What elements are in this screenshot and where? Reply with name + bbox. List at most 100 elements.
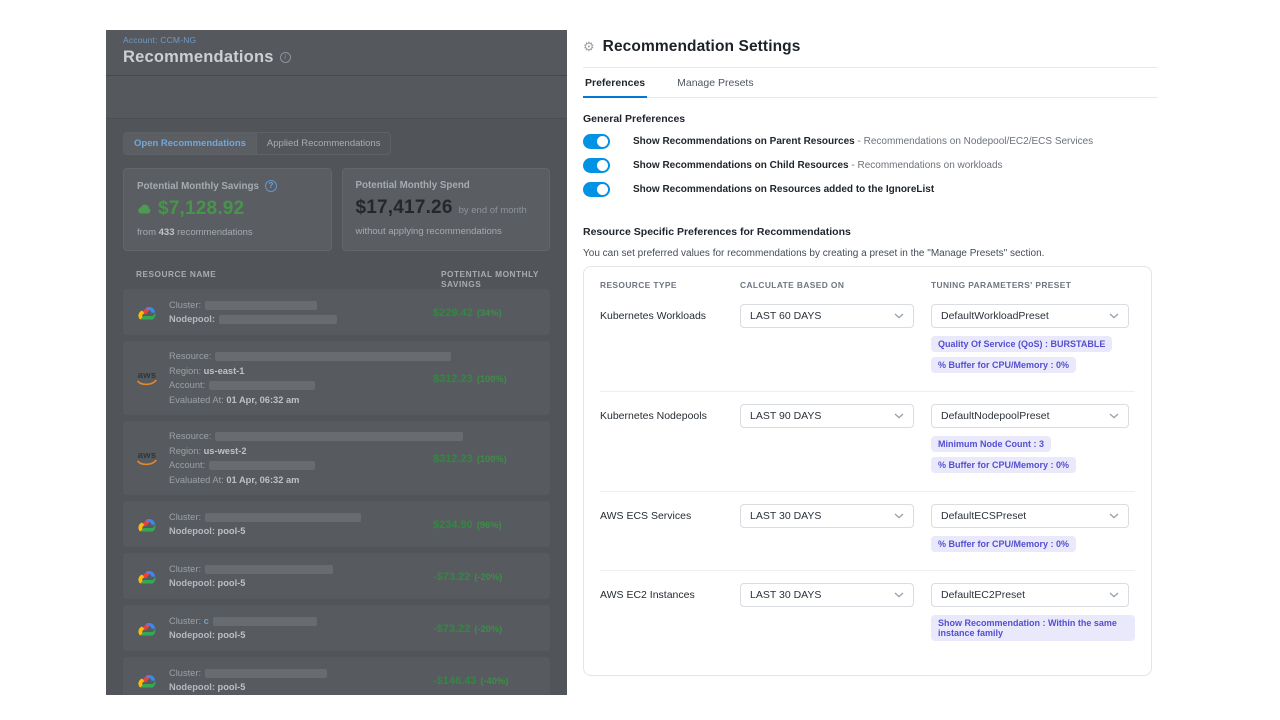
resource-type-label: Kubernetes Workloads bbox=[600, 304, 740, 328]
info-icon[interactable]: i bbox=[280, 52, 291, 63]
chevron-down-icon bbox=[894, 513, 904, 519]
monthly-savings-value: $229.42(34%) bbox=[433, 303, 502, 321]
tuning-preset-select[interactable]: DefaultWorkloadPreset bbox=[931, 304, 1129, 328]
monthly-savings-value: -$146.43(-40%) bbox=[433, 671, 508, 689]
recommendation-row[interactable]: awsResource:Region: us-west-2Account:Eva… bbox=[123, 421, 550, 495]
column-resource-type: RESOURCE TYPE bbox=[600, 280, 740, 290]
monthly-savings-value: -$73.22(-20%) bbox=[433, 567, 502, 585]
column-resource-name: RESOURCE NAME bbox=[136, 269, 216, 279]
gcp-icon bbox=[136, 304, 157, 321]
monthly-savings-value: -$73.22(-20%) bbox=[433, 619, 502, 637]
recommendation-settings-drawer: ⚙ Recommendation Settings Preferences Ma… bbox=[567, 0, 1158, 720]
page-title: Recommendations bbox=[123, 48, 274, 67]
aws-icon: aws bbox=[136, 371, 158, 386]
resource-pref-row: AWS EC2 InstancesLAST 30 DAYS DefaultEC2P… bbox=[600, 570, 1135, 659]
calculate-based-on-select[interactable]: LAST 60 DAYS bbox=[740, 304, 914, 328]
redacted-value bbox=[215, 432, 463, 441]
column-potential-savings: POTENTIAL MONTHLY SAVINGS bbox=[441, 269, 550, 289]
aws-icon: aws bbox=[136, 451, 158, 466]
recommendation-row[interactable]: awsResource:Region: us-east-1Account:Eva… bbox=[123, 341, 550, 415]
recommendation-row[interactable]: Cluster:Nodepool: pool-5-$73.22(-20%) bbox=[123, 553, 550, 599]
chevron-down-icon bbox=[1109, 513, 1119, 519]
redacted-value bbox=[219, 315, 337, 324]
calculate-based-on-select[interactable]: LAST 90 DAYS bbox=[740, 404, 914, 428]
preset-parameter-badge: % Buffer for CPU/Memory : 0% bbox=[931, 357, 1076, 373]
help-icon[interactable]: ? bbox=[265, 180, 277, 192]
resource-type-label: AWS EC2 Instances bbox=[600, 583, 740, 607]
parent-resources-toggle[interactable] bbox=[583, 134, 610, 149]
drawer-title: Recommendation Settings bbox=[603, 38, 801, 56]
resource-pref-row: AWS ECS ServicesLAST 30 DAYS DefaultECSPr… bbox=[600, 491, 1135, 570]
tuning-preset-select[interactable]: DefaultEC2Preset bbox=[931, 583, 1129, 607]
tuning-preset-select[interactable]: DefaultNodepoolPreset bbox=[931, 404, 1129, 428]
resource-type-label: Kubernetes Nodepools bbox=[600, 404, 740, 428]
ignorelist-toggle[interactable] bbox=[583, 182, 610, 197]
chevron-down-icon bbox=[894, 413, 904, 419]
ignorelist-label: Show Recommendations on Resources added … bbox=[633, 184, 934, 195]
monthly-savings-value: $312.23(100%) bbox=[433, 449, 507, 467]
recommendations-list: Cluster:Nodepool:$229.42(34%) awsResource… bbox=[123, 289, 550, 695]
preset-parameter-badge: Minimum Node Count : 3 bbox=[931, 436, 1051, 452]
chevron-down-icon bbox=[1109, 313, 1119, 319]
chevron-down-icon bbox=[1109, 592, 1119, 598]
redacted-value bbox=[209, 381, 315, 390]
savings-card-label: Potential Monthly Savings bbox=[137, 181, 259, 192]
redacted-value bbox=[215, 352, 451, 361]
gcp-icon bbox=[136, 672, 157, 689]
breadcrumb[interactable]: Account: CCM-NG bbox=[123, 35, 550, 45]
chevron-down-icon bbox=[894, 592, 904, 598]
redacted-value bbox=[205, 565, 333, 574]
calculate-based-on-select[interactable]: LAST 30 DAYS bbox=[740, 504, 914, 528]
tab-manage-presets[interactable]: Manage Presets bbox=[675, 68, 755, 97]
savings-icon bbox=[137, 203, 152, 214]
tab-applied-recommendations[interactable]: Applied Recommendations bbox=[257, 133, 391, 154]
redacted-value bbox=[205, 669, 327, 678]
potential-spend-card: Potential Monthly Spend $17,417.26 by en… bbox=[342, 168, 551, 251]
monthly-savings-value: $234.90(96%) bbox=[433, 515, 502, 533]
tab-open-recommendations[interactable]: Open Recommendations bbox=[124, 133, 257, 154]
screen: Account: CCM-NG Recommendations i Open R… bbox=[0, 0, 1280, 720]
toolbar-strip bbox=[106, 76, 567, 119]
resource-type-label: AWS ECS Services bbox=[600, 504, 740, 528]
recommendation-row[interactable]: Cluster:Nodepool:$229.42(34%) bbox=[123, 289, 550, 335]
preset-parameter-badge: % Buffer for CPU/Memory : 0% bbox=[931, 457, 1076, 473]
potential-savings-card: Potential Monthly Savings ? $7,128.92 fr… bbox=[123, 168, 332, 251]
spend-value: $17,417.26 bbox=[356, 197, 453, 219]
column-tuning-preset: TUNING PARAMETERS' PRESET bbox=[931, 280, 1135, 290]
resource-pref-row: Kubernetes NodepoolsLAST 90 DAYS DefaultN… bbox=[600, 391, 1135, 491]
redacted-value bbox=[209, 461, 315, 470]
tuning-preset-select[interactable]: DefaultECSPreset bbox=[931, 504, 1129, 528]
gcp-icon bbox=[136, 516, 157, 533]
toggle-row-ignorelist: Show Recommendations on Resources added … bbox=[583, 182, 1158, 197]
chevron-down-icon bbox=[894, 313, 904, 319]
resource-pref-row: Kubernetes WorkloadsLAST 60 DAYS DefaultW… bbox=[600, 292, 1135, 391]
toggle-row-parent-resources: Show Recommendations on Parent Resources… bbox=[583, 134, 1158, 149]
recommendations-tabs: Open Recommendations Applied Recommendat… bbox=[123, 132, 391, 155]
recommendation-row[interactable]: Cluster:Nodepool: pool-5$234.90(96%) bbox=[123, 501, 550, 547]
redacted-value bbox=[205, 301, 317, 310]
spend-card-label: Potential Monthly Spend bbox=[356, 180, 470, 191]
column-calculate-based-on: CALCULATE BASED ON bbox=[740, 280, 931, 290]
child-resources-label: Show Recommendations on Child Resources … bbox=[633, 160, 1003, 171]
general-preferences-heading: General Preferences bbox=[583, 113, 1158, 125]
savings-caption-prefix: from bbox=[137, 227, 156, 238]
table-header: RESOURCE NAME POTENTIAL MONTHLY SAVINGS bbox=[123, 269, 550, 281]
recommendation-row[interactable]: Cluster:Nodepool: pool-5-$146.43(-40%) bbox=[123, 657, 550, 695]
resource-prefs-description: You can set preferred values for recomme… bbox=[583, 248, 1158, 259]
calculate-based-on-select[interactable]: LAST 30 DAYS bbox=[740, 583, 914, 607]
gcp-icon bbox=[136, 620, 157, 637]
page-header: Account: CCM-NG Recommendations i bbox=[106, 30, 567, 76]
savings-caption: from 433 recommendations bbox=[137, 227, 318, 238]
resource-prefs-heading: Resource Specific Preferences for Recomm… bbox=[583, 226, 1158, 238]
toggle-row-child-resources: Show Recommendations on Child Resources … bbox=[583, 158, 1158, 173]
savings-value: $7,128.92 bbox=[158, 198, 244, 220]
child-resources-toggle[interactable] bbox=[583, 158, 610, 173]
tab-preferences[interactable]: Preferences bbox=[583, 68, 647, 97]
savings-caption-count: 433 bbox=[159, 227, 175, 238]
monthly-savings-value: $312.23(100%) bbox=[433, 369, 507, 387]
resource-prefs-table: RESOURCE TYPE CALCULATE BASED ON TUNING … bbox=[583, 266, 1152, 676]
chevron-down-icon bbox=[1109, 413, 1119, 419]
recommendation-row[interactable]: Cluster: cNodepool: pool-5-$73.22(-20%) bbox=[123, 605, 550, 651]
gcp-icon bbox=[136, 568, 157, 585]
preset-parameter-badge: Show Recommendation : Within the same in… bbox=[931, 615, 1135, 641]
